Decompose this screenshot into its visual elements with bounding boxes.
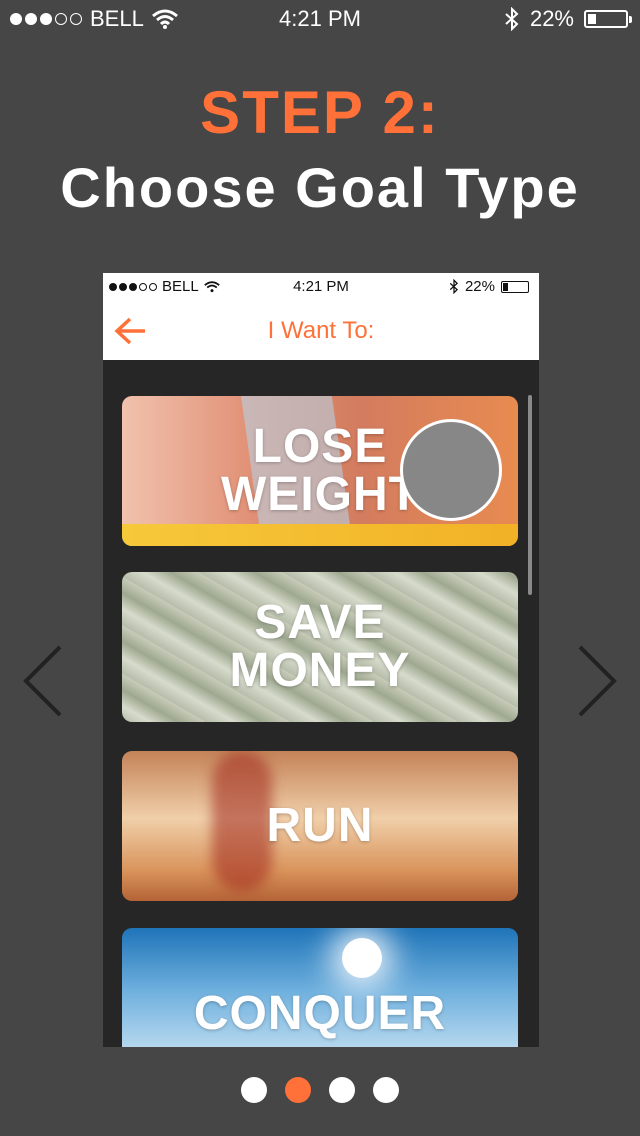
page-dot[interactable] [373, 1077, 399, 1103]
touch-indicator [400, 419, 502, 521]
goal-card-label: SAVE MONEY [229, 596, 411, 697]
page-title: Choose Goal Type [60, 156, 580, 219]
status-right: 22% [504, 6, 632, 32]
goal-card-label: CONQUER [193, 987, 447, 1040]
phone-battery-icon [501, 280, 529, 293]
status-bar: BELL 4:21 PM 22% [0, 0, 640, 40]
phone-status-bar: BELL 4:21 PM 22% [103, 273, 539, 301]
phone-status-right: 22% [449, 278, 529, 295]
goal-card-label: RUN [266, 799, 374, 852]
phone-screenshot: BELL 4:21 PM 22% I Want To: LOSEWEIGHT [103, 273, 539, 1047]
step-label: STEP 2: [200, 79, 440, 146]
battery-icon [584, 10, 632, 28]
bluetooth-icon [505, 7, 519, 31]
previous-arrow-icon[interactable] [22, 645, 64, 717]
nav-title: I Want To: [267, 317, 375, 344]
goal-card-run[interactable]: RUN [122, 751, 518, 901]
goal-card-conquer[interactable]: CONQUER [122, 928, 518, 1047]
goal-card-save-money[interactable]: SAVE MONEY [122, 572, 518, 722]
battery-percent: 22% [529, 6, 574, 31]
page-dot[interactable] [241, 1077, 267, 1103]
phone-bluetooth-icon [449, 279, 458, 294]
page-dot[interactable] [285, 1077, 311, 1103]
phone-battery-percent: 22% [464, 278, 495, 295]
scrollbar[interactable] [528, 395, 532, 595]
next-arrow-icon[interactable] [576, 645, 618, 717]
page-indicator [0, 1077, 640, 1103]
page-dot[interactable] [329, 1077, 355, 1103]
phone-nav-bar: I Want To: [103, 301, 539, 360]
goal-card-lose-weight[interactable]: LOSE WEIGHT [122, 396, 518, 546]
